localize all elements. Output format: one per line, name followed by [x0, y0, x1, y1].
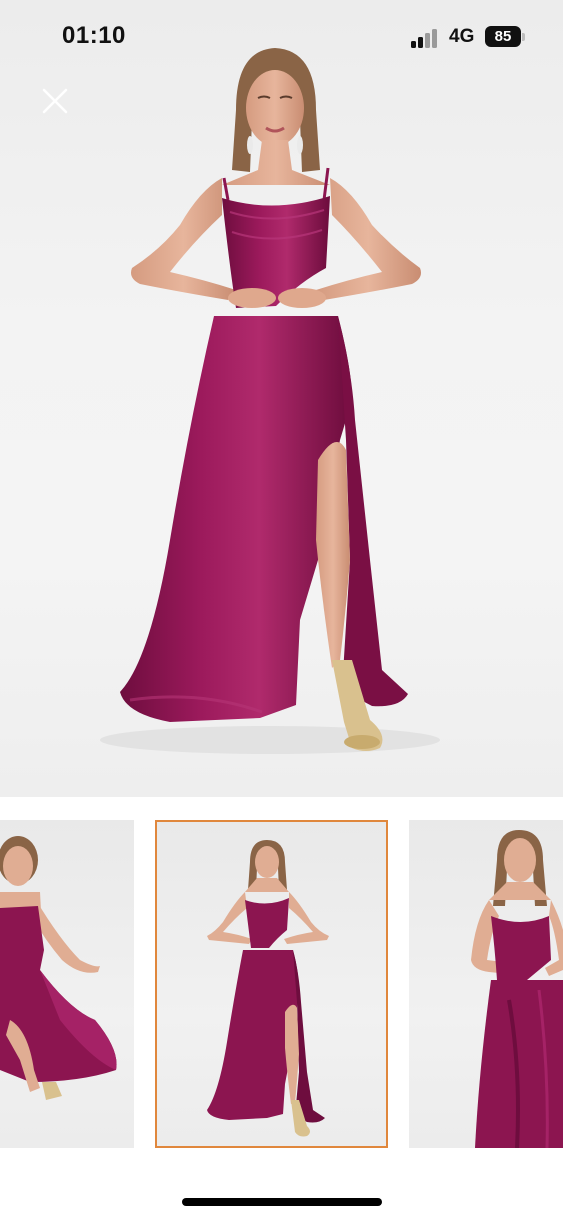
dress-photo-side-view — [0, 836, 117, 1100]
status-bar: 01:10 4G 85 — [0, 0, 563, 76]
thumbnail-3[interactable] — [409, 820, 563, 1148]
cellular-signal-icon — [411, 28, 441, 48]
thumbnail-2-selected[interactable] — [155, 820, 388, 1148]
model-in-dress-photo — [100, 48, 440, 754]
close-button[interactable] — [38, 84, 72, 118]
product-main-image[interactable]: 01:10 4G 85 — [0, 0, 563, 797]
network-type: 4G — [449, 26, 475, 47]
battery-icon: 85 — [485, 26, 521, 47]
battery-cap — [522, 33, 525, 41]
thumbnail-1[interactable] — [0, 820, 134, 1148]
dress-photo-close-view — [471, 830, 563, 1148]
thumbnail-strip[interactable] — [0, 820, 563, 1148]
status-time: 01:10 — [62, 22, 126, 49]
home-indicator[interactable] — [182, 1198, 382, 1206]
close-icon — [42, 88, 68, 114]
dress-photo-front-view — [207, 840, 329, 1137]
